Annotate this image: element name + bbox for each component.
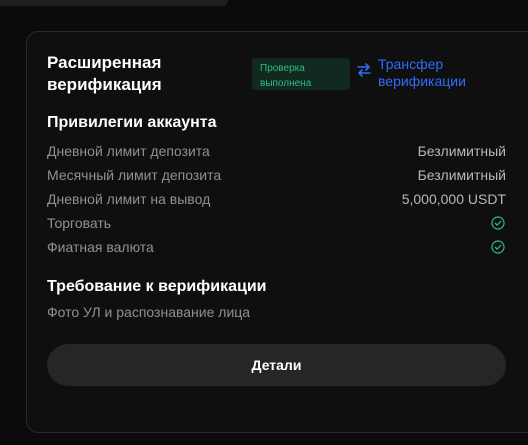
verification-card: Расширенная верификация Проверка выполне… — [26, 31, 528, 433]
status-badge: Проверка выполнена — [252, 58, 350, 90]
requirement-title: Требование к верификации — [47, 278, 267, 295]
transfer-verification-label: Трансфер верификации — [378, 56, 466, 89]
requirement-text: Фото УЛ и распознавание лица — [47, 304, 251, 320]
privilege-label: Дневной лимит на вывод — [47, 191, 211, 207]
swap-arrows-icon — [357, 63, 371, 77]
check-circle-icon — [491, 216, 505, 230]
privilege-row-trading: Торговать — [47, 211, 506, 235]
card-title: Расширенная верификация — [47, 53, 162, 94]
privilege-label: Месячный лимит депозита — [47, 167, 222, 183]
privilege-label: Фиатная валюта — [47, 239, 154, 255]
top-tab-strip — [0, 0, 228, 6]
card-header: Расширенная верификация Проверка выполне… — [47, 52, 528, 96]
privilege-label: Торговать — [47, 215, 112, 231]
privilege-row-daily-withdrawal: Дневной лимит на вывод 5,000,000 USDT — [47, 187, 506, 211]
check-circle-icon — [491, 240, 505, 254]
privilege-row-daily-deposit: Дневной лимит депозита Безлимитный — [47, 139, 506, 163]
privilege-value: Безлимитный — [417, 167, 506, 183]
details-button[interactable]: Детали — [47, 344, 506, 386]
privileges-title: Привилегии аккаунта — [47, 114, 217, 131]
privilege-label: Дневной лимит депозита — [47, 143, 210, 159]
privilege-row-fiat: Фиатная валюта — [47, 235, 506, 259]
privilege-value: 5,000,000 USDT — [401, 191, 506, 207]
transfer-verification-link[interactable]: Трансфер верификации — [356, 56, 488, 90]
privilege-value: Безлимитный — [417, 143, 506, 159]
privileges-list: Дневной лимит депозита Безлимитный Месяч… — [47, 139, 506, 259]
privilege-row-monthly-deposit: Месячный лимит депозита Безлимитный — [47, 163, 506, 187]
